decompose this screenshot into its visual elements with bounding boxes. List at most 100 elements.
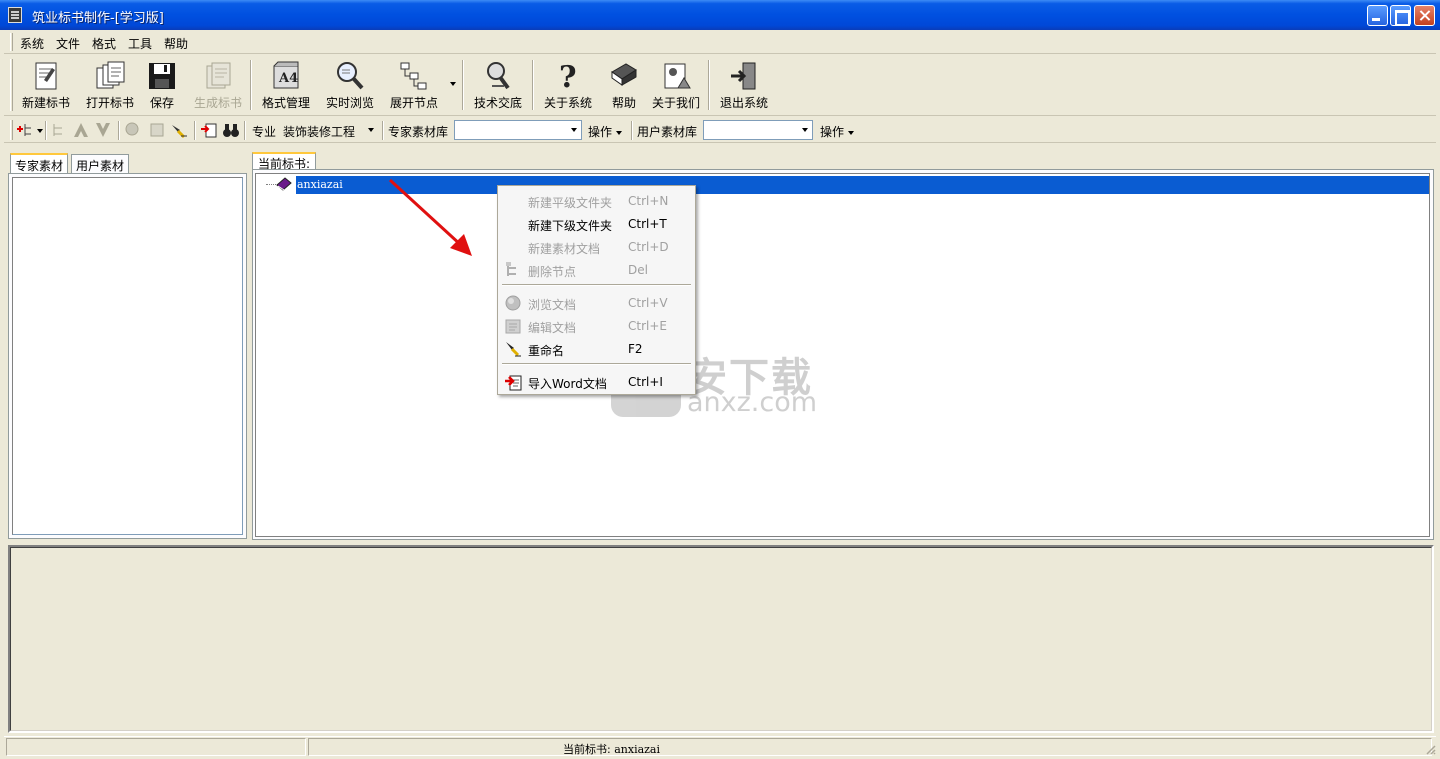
menu-bar: 系统 文件 格式 工具 帮助	[4, 30, 1436, 54]
menubar-grip[interactable]	[10, 33, 13, 51]
menu-tools[interactable]: 工具	[128, 35, 152, 52]
menu-item-new-child-folder[interactable]: 新建下级文件夹 Ctrl+T	[500, 212, 693, 235]
menu-item-label: 浏览文档	[528, 298, 577, 312]
status-current-value: anxiazai	[614, 743, 661, 756]
tab-expert-material[interactable]: 专家素材	[10, 153, 69, 173]
menu-item-browse-doc[interactable]: 浏览文档 Ctrl+V	[500, 291, 693, 314]
browse-doc-icon[interactable]	[124, 122, 142, 138]
menu-item-edit-doc[interactable]: 编辑文档 Ctrl+E	[500, 314, 693, 337]
move-up-icon[interactable]	[72, 122, 90, 138]
app-icon[interactable]	[8, 7, 22, 23]
toolbar2-grip[interactable]	[10, 120, 13, 140]
move-down-icon[interactable]	[94, 122, 112, 138]
chevron-down-icon	[368, 128, 374, 132]
about-us-button[interactable]: 关于我们	[648, 58, 704, 114]
about-us-label: 关于我们	[651, 96, 700, 110]
menu-item-label: 导入Word文档	[528, 377, 607, 391]
add-node-dropdown[interactable]	[37, 129, 43, 133]
status-bar: 当前标书: anxiazai	[4, 736, 1436, 756]
new-bid-button[interactable]: 新建标书	[18, 58, 74, 114]
menu-system[interactable]: 系统	[20, 35, 44, 52]
delete-node-icon[interactable]	[50, 122, 68, 138]
menu-item-shortcut: Ctrl+D	[628, 240, 669, 254]
expand-node-dropdown[interactable]	[450, 82, 456, 86]
edit-doc-icon	[505, 319, 521, 334]
edit-doc-icon[interactable]	[148, 122, 166, 138]
browse-doc-icon	[505, 295, 521, 311]
annotation-arrow-icon	[388, 178, 472, 256]
menu-item-rename[interactable]: 重命名 F2	[500, 337, 693, 360]
app-window: 筑业标书制作-[学习版] 系统 文件 格式 工具 帮助 新建标书 打开标书 保存…	[0, 0, 1440, 759]
specialty-label: 专业	[252, 125, 277, 139]
save-button[interactable]: 保存	[144, 58, 180, 114]
menu-item-shortcut: F2	[628, 342, 643, 356]
expand-node-button[interactable]: 展开节点	[386, 58, 442, 114]
chevron-down-icon	[848, 130, 855, 135]
menu-item-new-sibling-folder[interactable]: 新建平级文件夹 Ctrl+N	[500, 189, 693, 212]
menu-separator	[502, 284, 691, 286]
tree-node-label: anxiazai	[297, 178, 343, 191]
format-manage-label: 格式管理	[261, 96, 310, 110]
toolbar-grip[interactable]	[10, 59, 13, 111]
window-title: 筑业标书制作-[学习版]	[32, 11, 164, 26]
book-icon	[276, 177, 292, 191]
open-bid-button[interactable]: 打开标书	[82, 58, 138, 114]
help-button[interactable]: 帮助	[604, 58, 644, 114]
tech-disclosure-label: 技术交底	[473, 96, 522, 110]
generate-bid-button[interactable]: 生成标书	[190, 58, 246, 114]
menu-item-import-word[interactable]: 导入Word文档 Ctrl+I	[500, 370, 693, 393]
close-button[interactable]	[1414, 5, 1435, 26]
add-node-icon[interactable]	[16, 122, 34, 138]
menu-item-delete-node[interactable]: 删除节点 Del	[500, 258, 693, 281]
menu-item-label: 新建平级文件夹	[528, 196, 613, 210]
tab-user-material-label: 用户素材	[76, 159, 125, 173]
tab-current-bid[interactable]: 当前标书:	[252, 152, 317, 171]
operate-menu-2[interactable]: 操作	[820, 123, 855, 140]
about-system-button[interactable]: ? 关于系统	[540, 58, 596, 114]
open-documents-icon	[96, 61, 125, 89]
menu-file[interactable]: 文件	[56, 35, 80, 52]
format-manage-button[interactable]: A4 格式管理	[258, 58, 314, 114]
expert-lib-select[interactable]	[454, 120, 582, 140]
minimize-button[interactable]	[1367, 5, 1388, 26]
question-icon: ?	[559, 60, 577, 92]
format-manage-icon: A4	[273, 61, 299, 89]
title-bar[interactable]: 筑业标书制作-[学习版]	[0, 0, 1440, 30]
toolbar2-separator	[382, 121, 384, 140]
save-label: 保存	[149, 96, 174, 110]
open-bid-label: 打开标书	[85, 96, 134, 110]
tech-search-icon	[487, 62, 510, 90]
operate-menu-1-label: 操作	[588, 125, 613, 139]
toolbar2-separator	[631, 121, 633, 140]
tech-disclosure-button[interactable]: 技术交底	[470, 58, 526, 114]
exit-system-button[interactable]: 退出系统	[716, 58, 772, 114]
context-menu: 新建平级文件夹 Ctrl+N 新建下级文件夹 Ctrl+T 新建素材文档 Ctr…	[497, 185, 696, 395]
menu-help[interactable]: 帮助	[164, 35, 188, 52]
tab-user-material[interactable]: 用户素材	[71, 154, 130, 173]
preview-area[interactable]	[10, 547, 1432, 731]
generate-document-icon	[206, 62, 231, 89]
status-current-label: 当前标书:	[563, 743, 611, 756]
expert-lib-label: 专家素材库	[388, 125, 449, 139]
rename-icon[interactable]	[170, 122, 188, 138]
operate-menu-1[interactable]: 操作	[588, 123, 623, 140]
menu-format[interactable]: 格式	[92, 35, 116, 52]
new-document-icon	[35, 62, 57, 90]
resize-grip-icon[interactable]	[1424, 743, 1436, 755]
material-tree[interactable]	[12, 177, 243, 535]
menu-item-shortcut: Ctrl+I	[628, 375, 663, 389]
live-preview-button[interactable]: 实时浏览	[322, 58, 378, 114]
specialty-select[interactable]: 装饰装修工程	[279, 120, 379, 140]
user-lib-select[interactable]	[703, 120, 813, 140]
import-word-icon[interactable]	[200, 122, 218, 138]
maximize-button[interactable]	[1390, 5, 1411, 26]
expand-node-label: 展开节点	[389, 96, 438, 110]
main-toolbar: 新建标书 打开标书 保存 生成标书 A4 格式管理 实时浏览 展开节点 技术交底…	[4, 56, 1436, 116]
menu-item-label: 重命名	[528, 344, 565, 358]
menu-item-new-material-doc[interactable]: 新建素材文档 Ctrl+D	[500, 235, 693, 258]
svg-text:A4: A4	[278, 71, 298, 86]
tree-expand-icon	[400, 62, 427, 90]
material-panel	[8, 173, 247, 539]
operate-menu-2-label: 操作	[820, 125, 845, 139]
find-binoculars-icon[interactable]	[222, 122, 240, 138]
